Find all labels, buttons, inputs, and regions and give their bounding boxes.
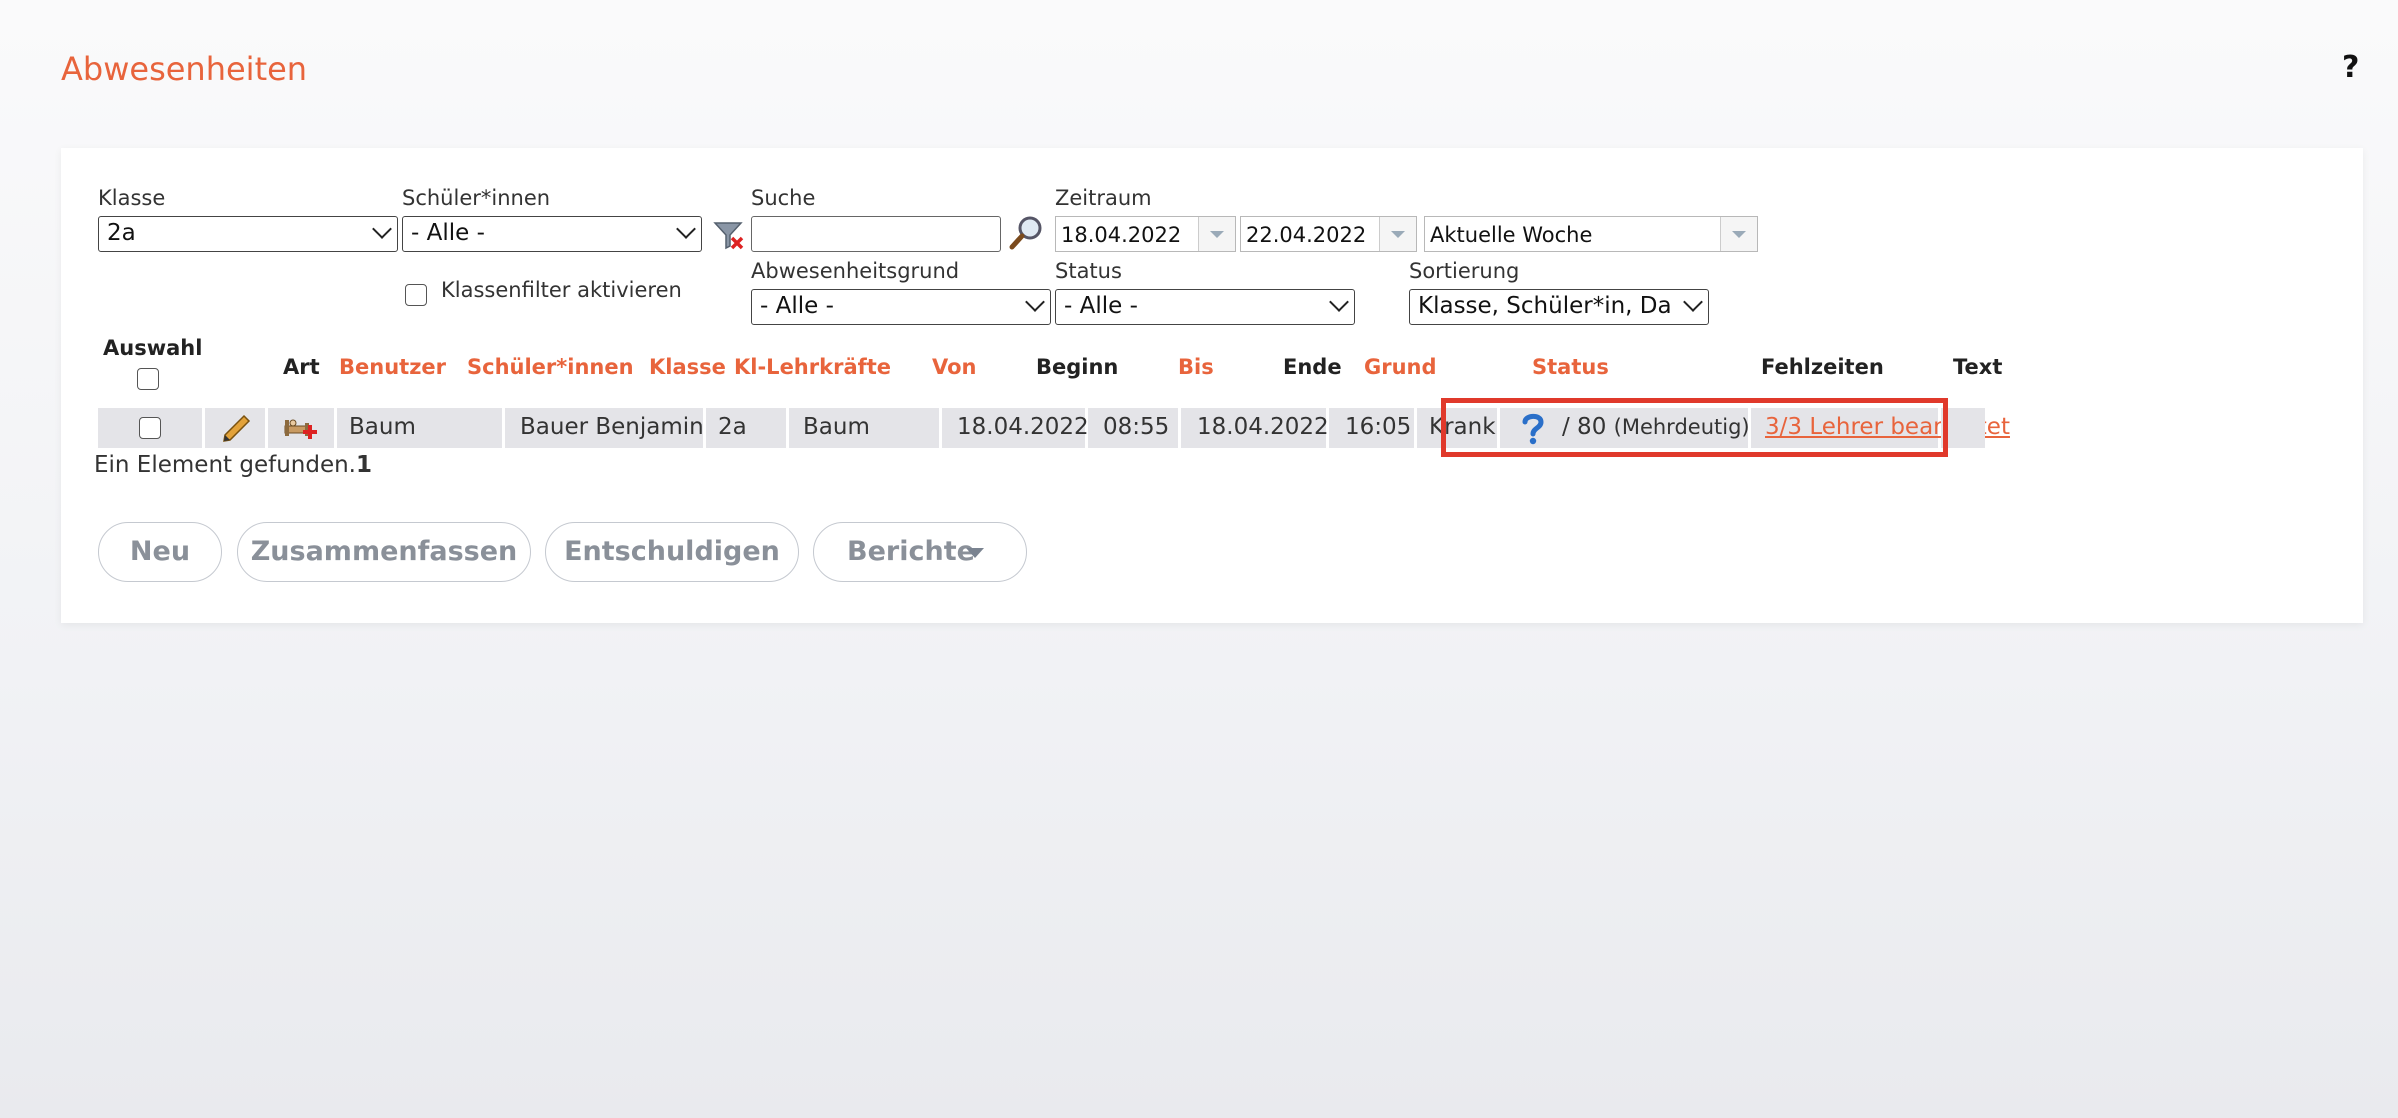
klasse-label: Klasse <box>98 186 166 210</box>
grund-select[interactable]: - Alle - <box>751 289 1051 325</box>
chevron-down-icon <box>1329 292 1349 312</box>
header-grund[interactable]: Grund <box>1364 355 1437 379</box>
bis-date-field[interactable]: 22.04.2022 <box>1240 216 1417 252</box>
beginn-cell: 08:55 <box>1088 408 1178 448</box>
grund-label: Abwesenheitsgrund <box>751 259 960 283</box>
sortierung-select[interactable]: Klasse, Schüler*in, Da <box>1409 289 1709 325</box>
klasse-cell: 2a <box>706 408 786 448</box>
row-checkbox[interactable] <box>139 417 161 439</box>
klasse-select-value: 2a <box>107 220 136 246</box>
entschuldigen-button[interactable]: Entschuldigen <box>545 522 799 582</box>
header-fehlzeiten: Fehlzeiten <box>1761 355 1884 379</box>
result-summary: Ein Element gefunden.1 <box>94 452 372 478</box>
dropdown-arrow-icon[interactable] <box>1720 217 1757 251</box>
header-text: Text <box>1953 355 2003 379</box>
ende-cell: 16:05 <box>1329 408 1414 448</box>
status-select[interactable]: - Alle - <box>1055 289 1355 325</box>
kl-lehrkraefte-cell: Baum <box>789 408 939 448</box>
klassenfilter-label: Klassenfilter aktivieren <box>441 278 682 302</box>
neu-button[interactable]: Neu <box>98 522 222 582</box>
absences-panel: Klasse 2a Schüler*innen - Alle - Klassen… <box>61 148 2363 623</box>
dropdown-arrow-icon[interactable] <box>1379 217 1416 251</box>
sick-bed-icon <box>284 419 317 439</box>
pencil-icon[interactable] <box>220 413 252 443</box>
von-date-field[interactable]: 18.04.2022 <box>1055 216 1236 252</box>
result-text: Ein Element gefunden. <box>94 452 356 478</box>
chevron-down-icon <box>1025 292 1045 312</box>
search-input[interactable] <box>751 216 1001 252</box>
bis-cell: 18.04.2022 <box>1181 408 1329 448</box>
benutzer-cell: Baum <box>337 408 502 448</box>
chevron-down-icon <box>1683 292 1703 312</box>
help-icon[interactable]: ? <box>2342 50 2359 85</box>
header-von[interactable]: Von <box>932 355 976 379</box>
header-benutzer[interactable]: Benutzer <box>339 355 446 379</box>
zeitraum-label: Zeitraum <box>1055 186 1152 210</box>
art-cell <box>268 408 334 448</box>
chevron-down-icon <box>676 219 696 239</box>
klassenfilter-checkbox[interactable] <box>405 284 427 306</box>
bis-date-value: 22.04.2022 <box>1246 223 1367 247</box>
result-count: 1 <box>355 452 372 478</box>
berichte-label: Berichte <box>847 536 975 567</box>
header-ende: Ende <box>1283 355 1342 379</box>
grund-select-value: - Alle - <box>760 293 834 319</box>
header-art: Art <box>283 355 320 379</box>
sortierung-label: Sortierung <box>1409 259 1520 283</box>
dropdown-arrow-icon[interactable] <box>1198 217 1235 251</box>
suche-label: Suche <box>751 186 816 210</box>
status-select-value: - Alle - <box>1064 293 1138 319</box>
edit-cell <box>205 408 265 448</box>
sortierung-select-value: Klasse, Schüler*in, Da <box>1418 293 1672 319</box>
zusammenfassen-button[interactable]: Zusammenfassen <box>237 522 531 582</box>
von-cell: 18.04.2022 <box>942 408 1089 448</box>
schueler-cell: Bauer Benjamin <box>505 408 704 448</box>
header-auswahl: Auswahl <box>103 336 203 360</box>
header-kl-lehrkraefte[interactable]: Kl-Lehrkräfte <box>734 355 891 379</box>
select-all-checkbox[interactable] <box>137 368 159 390</box>
zeitraum-preset-field[interactable]: Aktuelle Woche <box>1424 216 1758 252</box>
header-schueler[interactable]: Schüler*innen <box>467 355 634 379</box>
zeitraum-preset-value: Aktuelle Woche <box>1430 223 1593 247</box>
header-status[interactable]: Status <box>1532 355 1609 379</box>
header-beginn: Beginn <box>1036 355 1119 379</box>
page-title: Abwesenheiten <box>61 50 308 88</box>
chevron-down-icon <box>372 219 392 239</box>
row-select-cell <box>98 408 202 448</box>
klasse-select[interactable]: 2a <box>98 216 398 252</box>
von-date-value: 18.04.2022 <box>1061 223 1182 247</box>
schueler-label: Schüler*innen <box>402 186 551 210</box>
clear-filter-icon[interactable] <box>712 218 746 252</box>
schueler-select-value: - Alle - <box>411 220 485 246</box>
schueler-select[interactable]: - Alle - <box>402 216 702 252</box>
header-bis[interactable]: Bis <box>1178 355 1214 379</box>
caret-down-icon <box>966 548 984 558</box>
status-label: Status <box>1055 259 1122 283</box>
berichte-button[interactable]: Berichte <box>813 522 1027 582</box>
highlight-box <box>1441 398 1948 457</box>
search-icon[interactable] <box>1007 214 1047 252</box>
header-klasse[interactable]: Klasse <box>649 355 726 379</box>
